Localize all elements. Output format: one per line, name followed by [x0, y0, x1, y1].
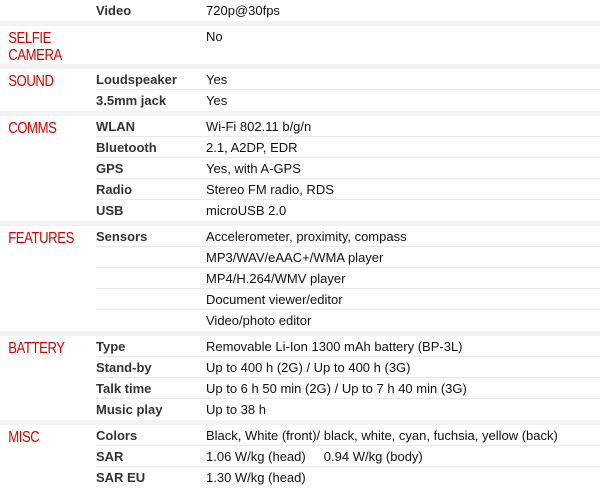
- spec-row: No: [96, 26, 600, 47]
- spec-label[interactable]: Type: [96, 336, 206, 356]
- spec-row: MP3/WAV/eAAC+/WMA player: [96, 247, 600, 268]
- spec-row: WLAN Wi-Fi 802.11 b/g/n: [96, 116, 600, 137]
- spec-row: Video/photo editor: [96, 310, 600, 331]
- spec-label[interactable]: Colors: [96, 425, 206, 445]
- spec-value: Video/photo editor: [206, 313, 312, 328]
- spec-row: GPS Yes, with A-GPS: [96, 158, 600, 179]
- spec-label[interactable]: USB: [96, 200, 206, 221]
- spec-row: Colors Black, White (front)/ black, white…: [96, 425, 600, 446]
- spec-value: Wi-Fi 802.11 b/g/n: [206, 119, 312, 134]
- spec-label[interactable]: [96, 289, 206, 309]
- spec-label[interactable]: Music play: [96, 399, 206, 420]
- spec-value: microUSB 2.0: [206, 203, 287, 218]
- spec-value: 720p@30fps: [206, 3, 280, 18]
- spec-section: COMMS WLAN Wi-Fi 802.11 b/g/n Bluetooth 2.1,…: [0, 116, 600, 226]
- section-category[interactable]: COMMS: [0, 116, 79, 221]
- section-category[interactable]: BATTERY: [0, 336, 79, 420]
- spec-label[interactable]: 3.5mm jack: [96, 90, 206, 111]
- spec-row: Video 720p@30fps: [96, 0, 600, 21]
- spec-row: Type Removable Li-Ion 1300 mAh battery (B…: [96, 336, 600, 357]
- section-category[interactable]: FEATURES: [0, 226, 79, 331]
- spec-label[interactable]: GPS: [96, 158, 206, 178]
- spec-label[interactable]: SAR EU: [96, 467, 206, 488]
- spec-label[interactable]: Bluetooth: [96, 137, 206, 157]
- spec-value: Black, White (front)/ black, white, cyan…: [206, 428, 558, 443]
- spec-row: SAR 1.06 W/kg (head) 0.94 W/kg (body): [96, 446, 600, 467]
- spec-row: 3.5mm jack Yes: [96, 90, 600, 111]
- spec-value: Stereo FM radio, RDS: [206, 182, 334, 197]
- spec-section: MISC Colors Black, White (front)/ black, w…: [0, 425, 600, 488]
- spec-value: Yes, with A-GPS: [206, 161, 301, 176]
- spec-label[interactable]: [96, 268, 206, 288]
- spec-row: Music play Up to 38 h: [96, 399, 600, 420]
- spec-label[interactable]: Stand-by: [96, 357, 206, 377]
- spec-value: Yes: [206, 72, 228, 87]
- spec-label[interactable]: WLAN: [96, 116, 206, 136]
- spec-label[interactable]: Loudspeaker: [96, 69, 206, 89]
- spec-label[interactable]: [96, 310, 206, 331]
- spec-value: 2.1, A2DP, EDR: [206, 140, 298, 155]
- spec-row: SAR EU 1.30 W/kg (head): [96, 467, 600, 488]
- spec-value: Up to 400 h (2G) / Up to 400 h (3G): [206, 360, 411, 375]
- spec-label[interactable]: SAR: [96, 446, 206, 466]
- spec-value: Up to 6 h 50 min (2G) / Up to 7 h 40 min…: [206, 381, 467, 396]
- spec-value: 1.30 W/kg (head): [206, 470, 306, 485]
- spec-row: MP4/H.264/WMV player: [96, 268, 600, 289]
- spec-row: Sensors Accelerometer, proximity, compass: [96, 226, 600, 247]
- spec-value: Accelerometer, proximity, compass: [206, 229, 407, 244]
- spec-label[interactable]: Sensors: [96, 226, 206, 246]
- spec-label: Video: [96, 3, 132, 18]
- spec-row: Loudspeaker Yes: [96, 69, 600, 90]
- spec-value: Up to 38 h: [206, 402, 266, 417]
- spec-value: Document viewer/editor: [206, 292, 343, 307]
- spec-value: Removable Li-Ion 1300 mAh battery (BP-3L…: [206, 339, 463, 354]
- spec-row: Talk time Up to 6 h 50 min (2G) / Up to 7…: [96, 378, 600, 399]
- spec-value: No: [206, 29, 223, 44]
- spec-value: 1.06 W/kg (head) 0.94 W/kg (body): [206, 449, 423, 464]
- spec-label[interactable]: Radio: [96, 179, 206, 199]
- spec-label[interactable]: [96, 247, 206, 267]
- spec-section-main-camera: Video 720p@30fps: [0, 0, 600, 26]
- spec-section: SOUND Loudspeaker Yes 3.5mm jack Yes: [0, 69, 600, 116]
- spec-section: BATTERY Type Removable Li-Ion 1300 mAh bat…: [0, 336, 600, 425]
- spec-label[interactable]: [96, 26, 206, 47]
- spec-table: Video 720p@30fps SELFIE CAMERA No SOUND Lou…: [0, 0, 600, 488]
- spec-row: Stand-by Up to 400 h (2G) / Up to 400 h (…: [96, 357, 600, 378]
- spec-label[interactable]: Talk time: [96, 378, 206, 398]
- spec-section: SELFIE CAMERA No: [0, 26, 600, 69]
- spec-row: Radio Stereo FM radio, RDS: [96, 179, 600, 200]
- section-category[interactable]: SELFIE CAMERA: [0, 26, 79, 64]
- section-category[interactable]: MISC: [0, 425, 79, 488]
- spec-row: Document viewer/editor: [96, 289, 600, 310]
- spec-row: Bluetooth 2.1, A2DP, EDR: [96, 137, 600, 158]
- section-category[interactable]: SOUND: [0, 69, 79, 111]
- spec-row: USB microUSB 2.0: [96, 200, 600, 221]
- spec-value: MP3/WAV/eAAC+/WMA player: [206, 250, 384, 265]
- spec-value: Yes: [206, 93, 228, 108]
- spec-section: FEATURES Sensors Accelerometer, proximity,…: [0, 226, 600, 336]
- spec-value: MP4/H.264/WMV player: [206, 271, 346, 286]
- section-category: [0, 0, 79, 21]
